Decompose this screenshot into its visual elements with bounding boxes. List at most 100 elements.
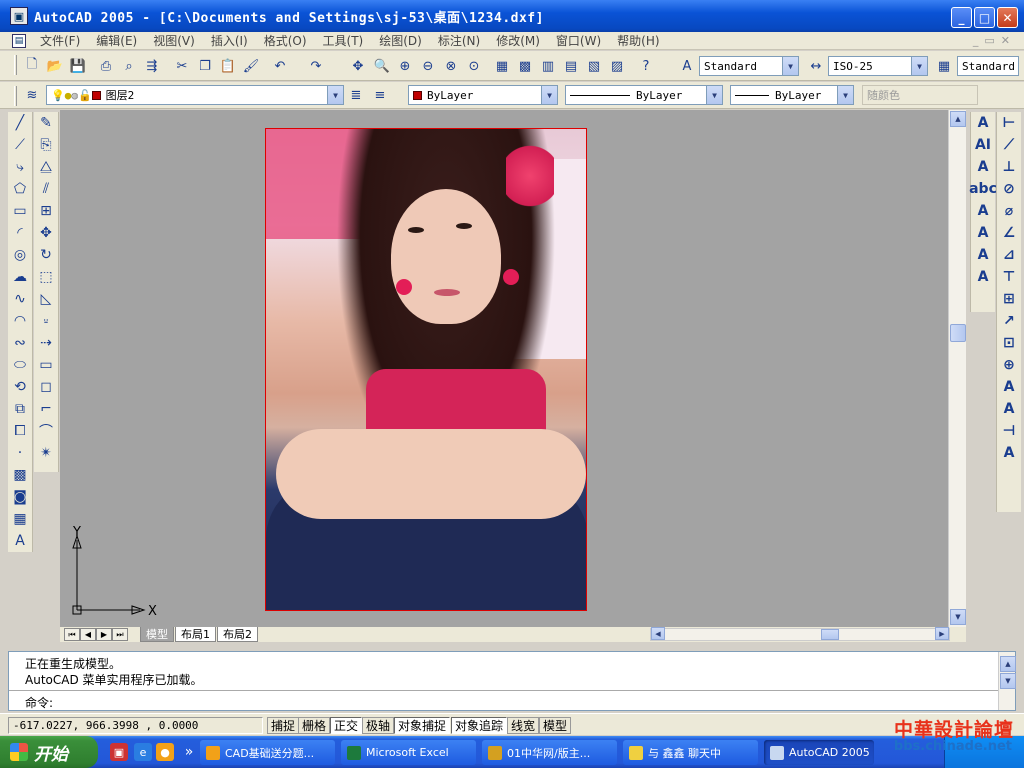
undo-icon[interactable]: ↶ bbox=[270, 56, 290, 76]
lineweight-select[interactable]: ByLayer ▼ bbox=[730, 85, 854, 105]
chevron-down-icon[interactable]: ▼ bbox=[327, 86, 343, 104]
calculator-icon[interactable]: ▨ bbox=[607, 56, 627, 76]
make-block-icon[interactable]: ⧉ bbox=[8, 398, 32, 420]
toolbar-grip[interactable] bbox=[14, 55, 17, 75]
scroll-down-icon[interactable]: ▼ bbox=[1000, 673, 1016, 689]
menu-window[interactable]: 窗口(W) bbox=[548, 32, 609, 49]
construction-line-icon[interactable]: ⟋ bbox=[8, 134, 32, 156]
horizontal-scrollbar[interactable]: ◀ ▶ bbox=[650, 627, 950, 641]
plot-style-select[interactable]: 随颜色 bbox=[862, 85, 978, 105]
layer-previous-icon[interactable]: ≡ bbox=[370, 85, 390, 105]
line-icon[interactable]: ╱ bbox=[8, 112, 32, 134]
tab-model[interactable]: 模型 bbox=[140, 627, 174, 642]
command-window[interactable]: 正在重生成模型。 AutoCAD 菜单实用程序已加载。 命令: ▲ ▼ bbox=[8, 651, 1016, 711]
sheet-set-icon[interactable]: ▤ bbox=[561, 56, 581, 76]
taskbar-item-excel[interactable]: Microsoft Excel bbox=[341, 740, 476, 765]
polar-toggle[interactable]: 极轴 bbox=[362, 717, 395, 734]
dim-style-icon[interactable]: ↔ bbox=[806, 56, 826, 76]
redo-icon[interactable]: ↷ bbox=[306, 56, 326, 76]
quicklaunch-overflow-icon[interactable]: » bbox=[180, 743, 198, 761]
leader-icon[interactable]: ↗ bbox=[997, 310, 1021, 332]
markup-icon[interactable]: ▧ bbox=[584, 56, 604, 76]
ellipse-icon[interactable]: ◠ bbox=[8, 310, 32, 332]
match-properties-icon[interactable]: 🖌 bbox=[241, 56, 261, 76]
linear-dimension-icon[interactable]: ⊢ bbox=[997, 112, 1021, 134]
chevron-down-icon[interactable]: ▼ bbox=[782, 57, 798, 75]
scroll-up-icon[interactable]: ▲ bbox=[950, 111, 966, 127]
vertical-scrollbar[interactable]: ▲ ▼ bbox=[948, 110, 966, 627]
rectangle-icon[interactable]: ▭ bbox=[8, 200, 32, 222]
menu-insert[interactable]: 插入(I) bbox=[203, 32, 256, 49]
array-icon[interactable]: ⊞ bbox=[34, 200, 58, 222]
document-icon[interactable]: ▤ bbox=[12, 33, 26, 48]
start-button[interactable]: 开始 bbox=[0, 736, 98, 768]
table-icon[interactable]: ▦ bbox=[8, 508, 32, 530]
coordinate-display[interactable]: -617.0227, 966.3998 , 0.0000 bbox=[8, 717, 263, 734]
zoom-extents-icon[interactable]: ⊗ bbox=[441, 56, 461, 76]
menu-help[interactable]: 帮助(H) bbox=[609, 32, 667, 49]
insert-block-icon[interactable]: ⟲ bbox=[8, 376, 32, 398]
taskbar-item-autocad[interactable]: AutoCAD 2005 bbox=[764, 740, 874, 765]
pan-icon[interactable]: ✥ bbox=[348, 56, 368, 76]
circle-icon[interactable]: ◎ bbox=[8, 244, 32, 266]
offset-icon[interactable]: ⫽ bbox=[34, 178, 58, 200]
command-prompt[interactable]: 命令: bbox=[25, 694, 53, 711]
grid-toggle[interactable]: 栅格 bbox=[298, 717, 331, 734]
chamfer-icon[interactable]: ⌐ bbox=[34, 398, 58, 420]
ortho-toggle[interactable]: 正交 bbox=[330, 717, 363, 734]
extend-icon[interactable]: ⇢ bbox=[34, 332, 58, 354]
dimension-edit-icon[interactable]: A bbox=[997, 376, 1021, 398]
menu-view[interactable]: 视图(V) bbox=[145, 32, 203, 49]
scale-text-icon[interactable]: A bbox=[971, 222, 995, 244]
chevron-down-icon[interactable]: ▼ bbox=[706, 86, 722, 104]
scroll-right-icon[interactable]: ▶ bbox=[935, 627, 949, 640]
table-style-select[interactable]: Standard bbox=[957, 56, 1019, 76]
chevron-down-icon[interactable]: ▼ bbox=[541, 86, 557, 104]
copy-object-icon[interactable]: ⎘ bbox=[34, 134, 58, 156]
taskbar-item-forum[interactable]: 01中华网/版主... bbox=[482, 740, 617, 765]
prev-tab-icon[interactable]: ◀ bbox=[80, 628, 96, 641]
title-bar[interactable]: ▣ AutoCAD 2005 - [C:\Documents and Setti… bbox=[0, 0, 1024, 32]
open-icon[interactable]: 📂 bbox=[45, 56, 65, 76]
text-icon[interactable]: A bbox=[971, 112, 995, 134]
region-icon[interactable]: ◙ bbox=[8, 486, 32, 508]
scroll-down-icon[interactable]: ▼ bbox=[950, 609, 966, 625]
menu-edit[interactable]: 编辑(E) bbox=[88, 32, 145, 49]
raster-image[interactable] bbox=[265, 128, 587, 611]
fillet-icon[interactable]: ⌒ bbox=[34, 420, 58, 442]
dimension-text-edit-icon[interactable]: A bbox=[997, 398, 1021, 420]
design-center-icon[interactable]: ▩ bbox=[515, 56, 535, 76]
polyline-icon[interactable]: ⤷ bbox=[8, 156, 32, 178]
osnap-toggle[interactable]: 对象捕捉 bbox=[394, 717, 451, 734]
copy-icon[interactable]: ❐ bbox=[195, 56, 215, 76]
tab-layout2[interactable]: 布局2 bbox=[217, 627, 258, 642]
revision-cloud-icon[interactable]: ☁ bbox=[8, 266, 32, 288]
layer-select[interactable]: 💡 ● ◍ 🔓 图层2 ▼ bbox=[46, 85, 344, 105]
zoom-realtime-icon[interactable]: 🔍 bbox=[372, 56, 392, 76]
zoom-all-icon[interactable]: ⊙ bbox=[464, 56, 484, 76]
horizontal-scroll-thumb[interactable] bbox=[821, 629, 839, 640]
multiline-text-icon[interactable]: A bbox=[8, 530, 32, 552]
edit-text-icon[interactable]: A bbox=[971, 156, 995, 178]
maximize-button[interactable]: □ bbox=[974, 7, 995, 28]
radius-dimension-icon[interactable]: ⊘ bbox=[997, 178, 1021, 200]
model-paper-toggle[interactable]: 模型 bbox=[539, 717, 572, 734]
publish-icon[interactable]: ⇶ bbox=[142, 56, 162, 76]
help-icon[interactable]: ? bbox=[636, 56, 656, 76]
text-style-manager-icon[interactable]: A bbox=[971, 200, 995, 222]
trim-icon[interactable]: ⸚ bbox=[34, 310, 58, 332]
erase-icon[interactable]: ✎ bbox=[34, 112, 58, 134]
internet-explorer-icon[interactable]: e bbox=[134, 743, 152, 761]
close-button[interactable]: ✕ bbox=[997, 7, 1018, 28]
menu-dimension[interactable]: 标注(N) bbox=[430, 32, 488, 49]
taskbar-item-cad-forum[interactable]: CAD基础送分题... bbox=[200, 740, 335, 765]
point-icon[interactable]: · bbox=[8, 442, 32, 464]
baseline-dimension-icon[interactable]: ⊤ bbox=[997, 266, 1021, 288]
center-mark-icon[interactable]: ⊕ bbox=[997, 354, 1021, 376]
aligned-dimension-icon[interactable]: ⟋ bbox=[997, 134, 1021, 156]
chevron-down-icon[interactable]: ▼ bbox=[837, 86, 853, 104]
zoom-previous-icon[interactable]: ⊖ bbox=[418, 56, 438, 76]
make-current-layer-icon[interactable]: ≣ bbox=[346, 85, 366, 105]
linetype-select[interactable]: ByLayer ▼ bbox=[565, 85, 723, 105]
stretch-icon[interactable]: ◺ bbox=[34, 288, 58, 310]
